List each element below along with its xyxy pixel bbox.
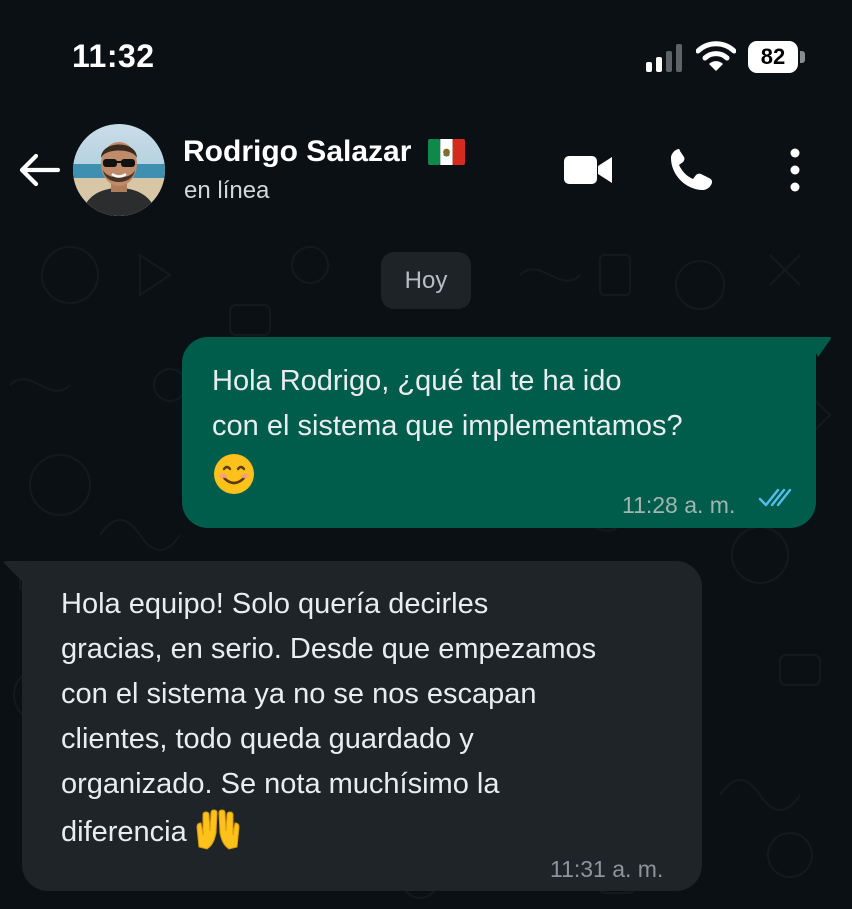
message-line: clientes, todo queda guardado y <box>61 723 474 755</box>
message-line: organizado. Se nota muchísimo la <box>61 768 500 800</box>
video-camera-icon[interactable] <box>560 148 616 192</box>
smiling-face-emoji-icon <box>214 454 254 494</box>
date-separator: Hoy <box>381 252 471 309</box>
message-line: Hola equipo! Solo quería decirles <box>61 588 489 620</box>
message-text: Hola Rodrigo, ¿qué tal te ha ido con el … <box>212 359 683 496</box>
cellular-signal-icon <box>646 44 682 72</box>
battery-cap <box>800 51 805 63</box>
message-line: Hola Rodrigo, ¿qué tal te ha ido <box>212 365 622 397</box>
message-time: 11:31 a. m. <box>550 856 664 882</box>
status-clock: 11:32 <box>72 38 155 74</box>
read-receipt-icon <box>758 488 792 507</box>
message-line-last: diferencia <box>61 807 596 855</box>
message-line: con el sistema que implementamos? <box>212 410 683 442</box>
wifi-icon <box>696 41 736 71</box>
more-vertical-icon[interactable] <box>776 145 814 195</box>
status-bar: 11:32 82 <box>0 0 852 115</box>
outgoing-message[interactable]: Hola Rodrigo, ¿qué tal te ha ido con el … <box>182 337 816 528</box>
chat-header: Rodrigo Salazar en línea <box>0 115 852 235</box>
contact-status: en línea <box>184 177 270 204</box>
message-line: con el sistema ya no se nos escapan <box>61 678 537 710</box>
back-arrow-icon[interactable] <box>14 145 64 195</box>
raising-hands-emoji-icon <box>196 807 240 850</box>
incoming-message[interactable]: Hola equipo! Solo quería decirles gracia… <box>22 561 702 891</box>
phone-icon[interactable] <box>666 145 718 195</box>
message-time: 11:28 a. m. <box>622 492 736 518</box>
message-line: diferencia <box>61 816 187 848</box>
message-text: Hola equipo! Solo quería decirles gracia… <box>61 582 596 855</box>
message-line: gracias, en serio. Desde que empezamos <box>61 633 597 665</box>
contact-name[interactable]: Rodrigo Salazar <box>183 135 411 169</box>
avatar[interactable] <box>73 124 165 216</box>
mexico-flag-icon <box>428 139 465 165</box>
chat-area[interactable]: Hoy Hola Rodrigo, ¿qué tal te ha ido con… <box>0 235 852 909</box>
battery-level: 82 <box>748 41 798 73</box>
avatar-photo <box>73 124 165 216</box>
battery-indicator: 82 <box>748 41 806 73</box>
